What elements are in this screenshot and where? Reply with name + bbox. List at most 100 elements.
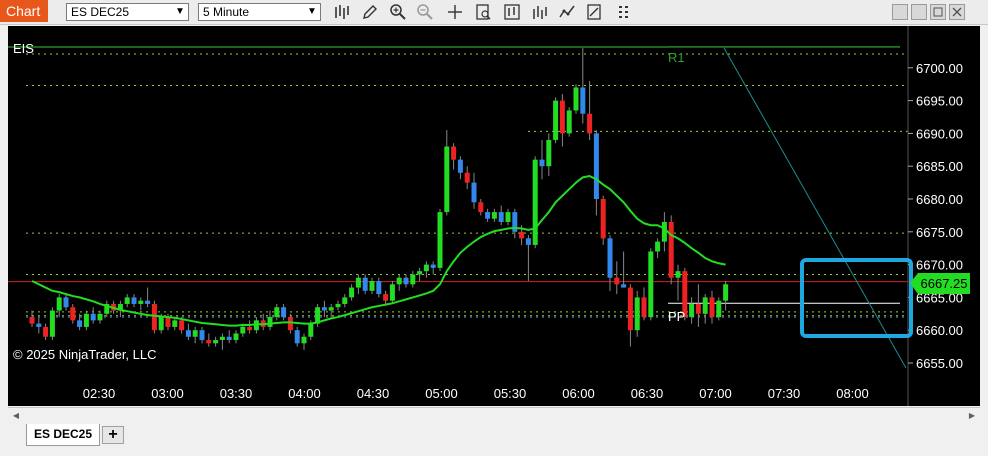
- candle-body: [206, 340, 212, 344]
- candle-body: [281, 307, 287, 318]
- chart-style-icon[interactable]: [503, 3, 521, 21]
- interval-selector[interactable]: 5 Minute ▼: [198, 3, 321, 21]
- time-tick-label: 04:00: [288, 386, 321, 401]
- instrument-selector[interactable]: ES DEC25 ▼: [66, 3, 189, 21]
- candle-body: [226, 336, 232, 341]
- candle-body: [600, 199, 606, 239]
- candle-body: [423, 264, 429, 272]
- candle-body: [661, 221, 667, 242]
- candle-body: [485, 212, 491, 219]
- candle-body: [145, 300, 151, 304]
- horizontal-scrollbar[interactable]: ◀ ▶: [8, 407, 980, 424]
- candle-body: [634, 297, 640, 331]
- time-tick-label: 06:00: [562, 386, 595, 401]
- candle-body: [151, 303, 157, 331]
- tab-es-dec25[interactable]: ES DEC25: [26, 424, 100, 446]
- indicators-icon[interactable]: [531, 3, 549, 21]
- more-options-icon[interactable]: [615, 3, 633, 21]
- candle-body: [546, 139, 552, 167]
- data-box-icon[interactable]: [474, 3, 492, 21]
- candle-body: [396, 277, 402, 285]
- candle-body: [362, 277, 368, 291]
- candle-body: [627, 287, 633, 331]
- pencil-icon[interactable]: [361, 3, 379, 21]
- chevron-down-icon: ▼: [307, 6, 317, 17]
- candle-body: [274, 307, 280, 318]
- candle-body: [539, 159, 545, 167]
- candle-body: [97, 313, 103, 321]
- candle-body: [471, 182, 477, 203]
- price-tick-label: 6685.00: [916, 159, 963, 174]
- instrument-value: ES DEC25: [71, 5, 130, 19]
- crosshair-icon[interactable]: [446, 3, 464, 21]
- candle-body: [179, 320, 185, 331]
- close-button[interactable]: [949, 4, 965, 20]
- scroll-right-icon[interactable]: ▶: [964, 408, 980, 424]
- candle-body: [56, 297, 62, 311]
- candle-body: [457, 159, 463, 173]
- candle-body: [321, 307, 327, 311]
- candle-body: [675, 271, 681, 278]
- candle-body: [29, 317, 35, 324]
- candle-body: [491, 212, 497, 219]
- candle-body: [641, 297, 647, 318]
- candle-body: [36, 323, 42, 327]
- candle-body: [505, 212, 511, 222]
- candle-body: [349, 287, 355, 298]
- window-option-button[interactable]: [892, 4, 908, 20]
- candle-body: [301, 336, 307, 344]
- chart-panel[interactable]: 6655.00 6660.00 6665.00 6670.00 6675.00 6680.…: [8, 26, 980, 406]
- candle-body: [138, 300, 144, 304]
- candle-body: [199, 330, 205, 341]
- close-icon: [952, 7, 962, 17]
- candle-body: [192, 330, 198, 337]
- minimize-button[interactable]: [911, 4, 927, 20]
- scroll-left-icon[interactable]: ◀: [8, 408, 24, 424]
- candle-body: [716, 300, 722, 318]
- time-tick-label: 03:30: [220, 386, 253, 401]
- candle-body: [369, 281, 375, 291]
- candle-body: [709, 297, 715, 318]
- pp-label: PP: [668, 309, 685, 324]
- time-tick-label: 03:00: [151, 386, 184, 401]
- candle-body: [403, 277, 409, 285]
- chart-toolbar: Chart ES DEC25 ▼ 5 Minute ▼: [0, 0, 988, 25]
- candle-body: [158, 317, 164, 331]
- candle-body: [668, 221, 674, 278]
- zoom-in-icon[interactable]: [389, 3, 407, 21]
- candle-body: [621, 284, 627, 288]
- candle-body: [587, 113, 593, 134]
- properties-icon[interactable]: [585, 3, 603, 21]
- candle-body: [702, 297, 708, 314]
- candle-body: [342, 297, 348, 304]
- candle-body: [131, 297, 137, 304]
- price-chart[interactable]: 6655.006660.006665.006670.006675.006680.…: [8, 26, 980, 406]
- time-tick-label: 08:00: [836, 386, 869, 401]
- candle-body: [233, 333, 239, 341]
- strategies-icon[interactable]: [558, 3, 576, 21]
- candle-body: [124, 297, 130, 304]
- candle-body: [240, 326, 246, 334]
- candle-body: [219, 336, 225, 341]
- zoom-out-icon[interactable]: [416, 3, 434, 21]
- candle-body: [723, 284, 729, 301]
- chart-window-label: Chart: [0, 0, 48, 22]
- price-tick-label: 6660.00: [916, 323, 963, 338]
- candle-body: [689, 303, 695, 318]
- indicator-label: EIS: [13, 41, 34, 56]
- bar-type-icon[interactable]: [333, 3, 351, 21]
- interval-value: 5 Minute: [203, 5, 250, 19]
- candle-body: [444, 146, 450, 213]
- candle-body: [83, 313, 89, 327]
- trend-line: [723, 47, 907, 369]
- candle-body: [695, 303, 701, 314]
- candle-body: [389, 284, 395, 301]
- candle-body: [566, 110, 572, 134]
- highlight-box: [800, 258, 913, 338]
- maximize-button[interactable]: [930, 4, 946, 20]
- candle-body: [580, 87, 586, 114]
- candle-body: [172, 320, 178, 327]
- add-tab-button[interactable]: +: [102, 426, 124, 444]
- candle-body: [383, 294, 389, 301]
- candle-body: [417, 271, 423, 275]
